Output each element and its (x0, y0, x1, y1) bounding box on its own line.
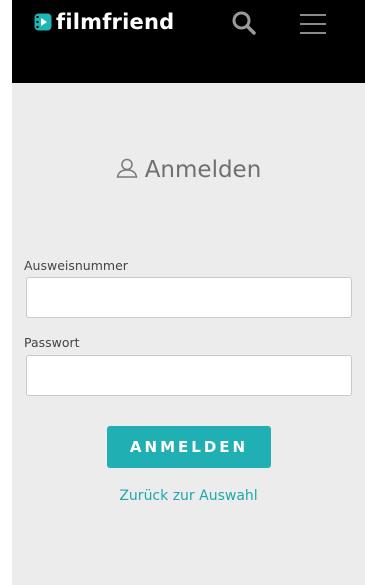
password-label: Passwort (24, 335, 80, 350)
back-to-selection-link[interactable]: Zurück zur Auswahl (12, 488, 365, 504)
search-button[interactable] (230, 9, 258, 37)
top-header: filmfriend (12, 0, 365, 83)
login-heading: Anmelden (12, 157, 365, 183)
search-icon (230, 11, 258, 41)
id-number-label: Ausweisnummer (24, 258, 128, 273)
login-panel: Anmelden Ausweisnummer Passwort ANMELDEN… (12, 83, 365, 585)
filmfriend-logo[interactable]: filmfriend (34, 11, 174, 33)
login-button[interactable]: ANMELDEN (107, 426, 271, 468)
logo-text: filmfriend (56, 10, 175, 34)
play-logo-icon (34, 13, 52, 31)
menu-button[interactable] (298, 11, 328, 37)
password-input[interactable] (26, 355, 352, 396)
hamburger-menu-icon (298, 14, 328, 41)
user-icon (116, 158, 138, 182)
page-title: Anmelden (144, 157, 262, 183)
id-number-input[interactable] (26, 277, 352, 318)
